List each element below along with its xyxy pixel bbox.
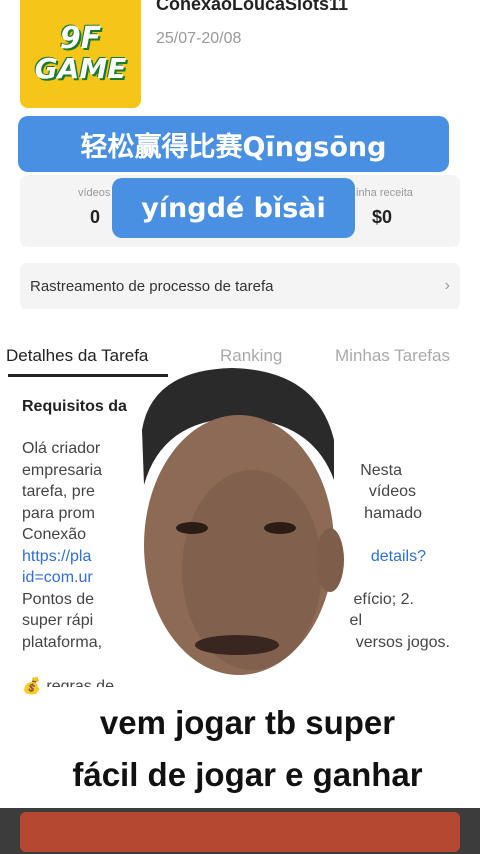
desc-text: Nesta bbox=[360, 461, 402, 479]
right-eye bbox=[264, 522, 296, 534]
revenue-value: $0 bbox=[372, 207, 393, 227]
logo-line-1: 9F bbox=[59, 21, 102, 56]
desc-text: empresaria bbox=[22, 461, 103, 479]
presenter-video-overlay bbox=[142, 368, 344, 675]
desc-text: Conexão bbox=[22, 526, 87, 543]
caption-chinese-line-2: yíngdé bǐsài bbox=[112, 178, 355, 238]
ear bbox=[316, 528, 344, 592]
chevron-right-icon: › bbox=[444, 277, 450, 294]
left-eye bbox=[176, 522, 208, 534]
desc-text: super rápi bbox=[22, 612, 94, 629]
desc-text: hamado bbox=[364, 504, 422, 522]
videos-value: 0 bbox=[90, 207, 101, 227]
caption-line-2: fácil de jogar e ganhar bbox=[72, 756, 423, 793]
desc-text: versos jogos. bbox=[355, 633, 450, 651]
revenue-label: inha receita bbox=[356, 187, 413, 199]
link-text[interactable]: details? bbox=[371, 546, 426, 568]
desc-text: efício; 2. bbox=[353, 590, 414, 608]
desc-text: tarefa, pre bbox=[22, 483, 95, 500]
app-logo: 9F GAME bbox=[20, 0, 141, 108]
desc-text: Pontos de bbox=[22, 590, 95, 608]
videos-label: vídeos bbox=[78, 187, 111, 199]
date-range: 25/07-20/08 bbox=[156, 30, 242, 47]
logo-text: 9F GAME bbox=[35, 24, 127, 84]
caption-line-1: vem jogar tb super bbox=[99, 704, 396, 741]
link-text[interactable]: https://pla bbox=[22, 546, 91, 568]
mouth bbox=[195, 635, 279, 655]
logo-line-2: GAME bbox=[34, 52, 127, 85]
desc-text: plataforma, bbox=[22, 633, 103, 651]
account-name: ConexaoLoucaSlots11 bbox=[156, 0, 349, 14]
caption-chinese-line-1: 轻松赢得比赛Qīngsōng bbox=[18, 116, 449, 172]
link-text[interactable]: id=com.ur bbox=[22, 569, 93, 586]
desc-text: vídeos bbox=[368, 483, 416, 500]
task-tracking-row[interactable]: Rastreamento de processo de tarefa › bbox=[20, 263, 460, 309]
desc-text: Olá criador bbox=[22, 440, 101, 457]
desc-text: para prom bbox=[22, 504, 95, 522]
caption-portuguese: vem jogar tb super fácil de jogar e ganh… bbox=[36, 687, 459, 808]
bottom-action-button[interactable] bbox=[20, 812, 460, 852]
tracking-label: Rastreamento de processo de tarefa bbox=[30, 277, 274, 295]
